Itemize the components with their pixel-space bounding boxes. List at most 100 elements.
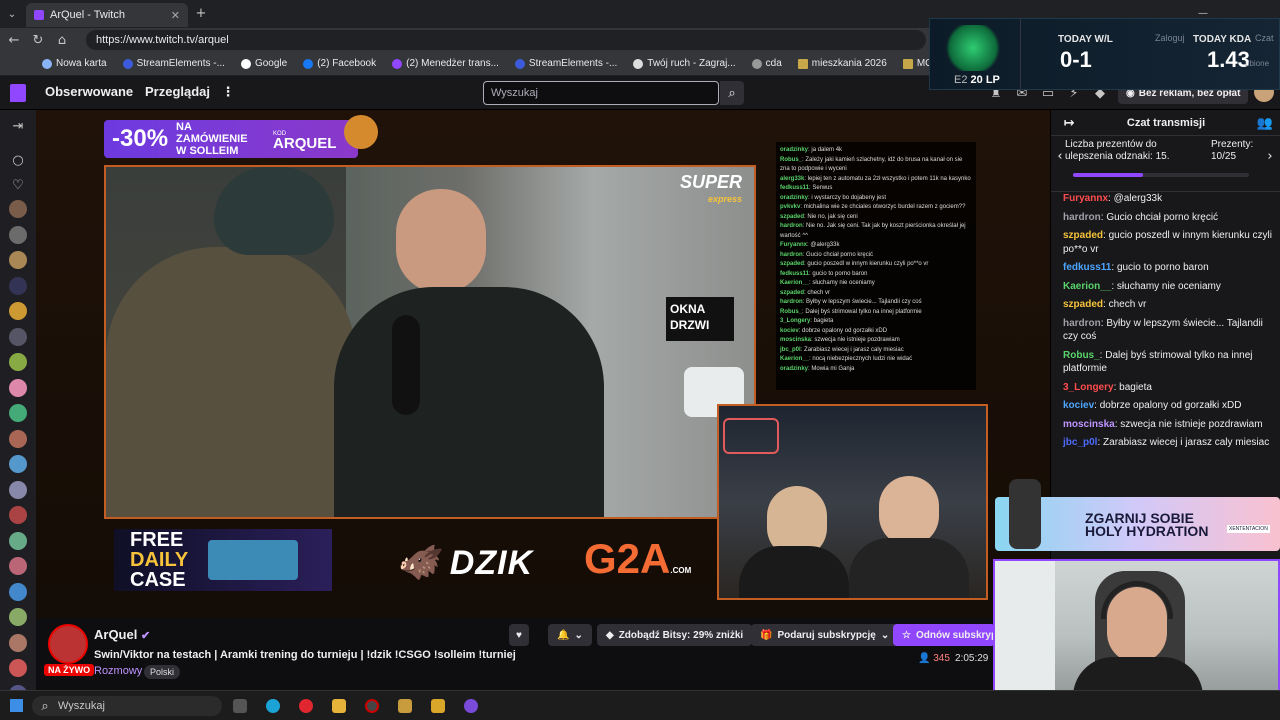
followed-channel-avatar[interactable] (9, 480, 27, 499)
browser-tab[interactable]: ArQuel - Twitch ✕ (26, 3, 188, 27)
overlay-chat-text: i wystarczy bo dojabeny jest (811, 194, 887, 201)
game-icon (633, 58, 644, 69)
followed-channel-avatar[interactable] (9, 608, 27, 626)
overlay-chat-text: chech vr (807, 289, 831, 296)
back-icon[interactable]: ← (6, 32, 22, 48)
twitch-search-input[interactable]: Wyszukaj (483, 81, 719, 105)
bookmark-twitch-manager[interactable]: (2) Menedżer trans... (384, 58, 507, 69)
followed-channel-avatar[interactable] (9, 353, 27, 371)
taskbar-search-input[interactable]: ⌕ Wyszukaj (32, 696, 222, 716)
star-icon: ☆ (902, 629, 911, 641)
emerald-rank-emblem (942, 25, 1004, 71)
today-kda-label: TODAY KDA (1193, 34, 1252, 45)
chat-username[interactable]: kociev (1063, 400, 1094, 411)
nav-browse[interactable]: Przeglądaj (145, 84, 210, 99)
tab-title: ArQuel - Twitch (50, 9, 125, 21)
followed-channel-avatar[interactable] (9, 557, 27, 575)
riot-icon[interactable] (431, 699, 445, 713)
bookmark-google[interactable]: Google (233, 58, 295, 69)
new-tab-icon[interactable]: + (193, 5, 209, 21)
stream-category[interactable]: Rozmowy (94, 665, 142, 677)
twitch-logo-icon[interactable] (10, 84, 26, 102)
nav-following[interactable]: Obserwowane (45, 84, 133, 99)
chat-username[interactable]: Kaerion__ (1063, 281, 1111, 292)
chat-username[interactable]: moscinska (1063, 419, 1115, 430)
followed-channel-avatar[interactable] (9, 429, 27, 448)
tab-list-icon[interactable]: ⌄ (4, 6, 20, 22)
follow-heart-button[interactable]: ♥ (509, 624, 529, 646)
followed-channel-avatar[interactable] (9, 302, 27, 320)
reload-icon[interactable]: ↻ (30, 32, 46, 48)
opera-icon[interactable] (299, 699, 313, 713)
followed-channel-avatar[interactable] (9, 200, 27, 218)
stream-uptime: 2:05:29 (955, 653, 989, 664)
followed-channel-avatar[interactable] (9, 531, 27, 550)
collapse-chat-icon[interactable]: ↦ (1061, 115, 1077, 131)
expand-sidebar-icon[interactable]: ⇥ (10, 118, 26, 134)
followed-channel-avatar[interactable] (9, 582, 27, 601)
stream-title: Swin/Viktor na testach | Aramki trening … (94, 649, 516, 661)
home-icon[interactable]: ⌂ (54, 32, 70, 48)
chat-username[interactable]: szpaded (1063, 299, 1103, 310)
followed-channel-avatar[interactable] (9, 633, 27, 652)
bookmark-streamelements[interactable]: StreamElements -... (115, 58, 233, 69)
windows-start-icon[interactable] (10, 699, 23, 712)
stories-icon[interactable]: ○ (10, 152, 26, 168)
overlay-chat-text: @alerg33k (810, 242, 840, 248)
chevron-right-icon[interactable]: › (1265, 150, 1275, 164)
bookmark-facebook[interactable]: (2) Facebook (295, 58, 384, 69)
bookmark-streamelements-2[interactable]: StreamElements -... (507, 58, 625, 69)
overlay-chat-user: jbc_p0l (780, 346, 801, 353)
chat-username[interactable]: hardron (1063, 318, 1101, 329)
chat-username[interactable]: jbc_p0l (1063, 437, 1097, 448)
task-view-icon[interactable] (233, 699, 247, 713)
followed-channel-avatar[interactable] (9, 327, 27, 346)
search-icon[interactable]: ⌕ (720, 81, 744, 105)
followed-channel-avatar[interactable] (9, 378, 27, 397)
edge-icon[interactable] (266, 699, 280, 713)
chat-username[interactable]: szpaded (1063, 230, 1103, 241)
overlay-chat-line: 3_Longery: bagieta (780, 318, 834, 324)
get-bits-button[interactable]: ◆ Zdobądź Bitsy: 29% zniżki (597, 624, 753, 646)
chat-username[interactable]: Furyannx (1063, 193, 1108, 204)
video-player[interactable]: -30% NA ZAMÓWIENIE W SOLLEIM KOD ARQUEL O… (36, 110, 1050, 618)
followed-channel-avatar[interactable] (9, 276, 27, 295)
notifications-button[interactable]: 🔔 ⌄ (548, 624, 592, 646)
channel-avatar[interactable] (48, 624, 88, 664)
file-explorer-icon[interactable] (332, 699, 346, 713)
bookmark-new-tab[interactable]: Nowa karta (34, 58, 115, 69)
followed-heart-icon[interactable]: ♡ (10, 177, 26, 193)
free-daily-case-banner: FREE DAILY CASE (114, 529, 332, 591)
today-wl-value: 0-1 (1060, 47, 1092, 72)
url-field[interactable]: https://www.twitch.tv/arquel (86, 30, 926, 50)
chat-username[interactable]: hardron (1063, 212, 1101, 223)
community-icon[interactable]: 👥 (1257, 115, 1273, 131)
chat-username[interactable]: 3_Longery (1063, 382, 1114, 393)
food-bowl-image (344, 115, 378, 149)
channel-name[interactable]: ArQuel ✔ (94, 627, 150, 642)
bookmark-cda[interactable]: cda (744, 58, 790, 69)
chat-username[interactable]: Robus_ (1063, 350, 1100, 361)
followed-channel-avatar[interactable] (9, 404, 27, 422)
tab-close-icon[interactable]: ✕ (171, 9, 180, 22)
overlay-chat-text: lepiej ten z automatu za 2zł wszystko i … (807, 175, 971, 182)
followed-channel-avatar[interactable] (9, 659, 27, 677)
chat-message: szpaded: gucio poszedl w innym kierunku … (1063, 230, 1272, 255)
language-tag[interactable]: Polski (144, 665, 181, 679)
discord-icon[interactable] (464, 699, 478, 713)
gift-progress-fill (1073, 173, 1144, 177)
more-menu-icon[interactable]: ⋮ (220, 84, 236, 100)
bookmark-mieszkania[interactable]: mieszkania 2026 (790, 58, 895, 69)
bookmark-twoj-ruch[interactable]: Twój ruch - Zagraj... (625, 58, 743, 69)
chevron-left-icon[interactable]: ‹ (1055, 150, 1065, 164)
followed-channel-avatar[interactable] (9, 506, 27, 524)
chrome-like-icon[interactable] (365, 699, 379, 713)
chat-username[interactable]: fedkuss11 (1063, 262, 1111, 273)
resubscribe-button[interactable]: ☆Odnów subskrypcję (893, 624, 995, 646)
followed-channel-avatar[interactable] (9, 251, 27, 269)
followed-channel-avatar[interactable] (9, 455, 27, 473)
gift-sub-button[interactable]: 🎁 Podaruj subskrypcję ⌄ (751, 624, 899, 646)
followed-channel-avatar[interactable] (9, 225, 27, 244)
league-client-icon[interactable] (398, 699, 412, 713)
folder-icon (797, 58, 808, 69)
